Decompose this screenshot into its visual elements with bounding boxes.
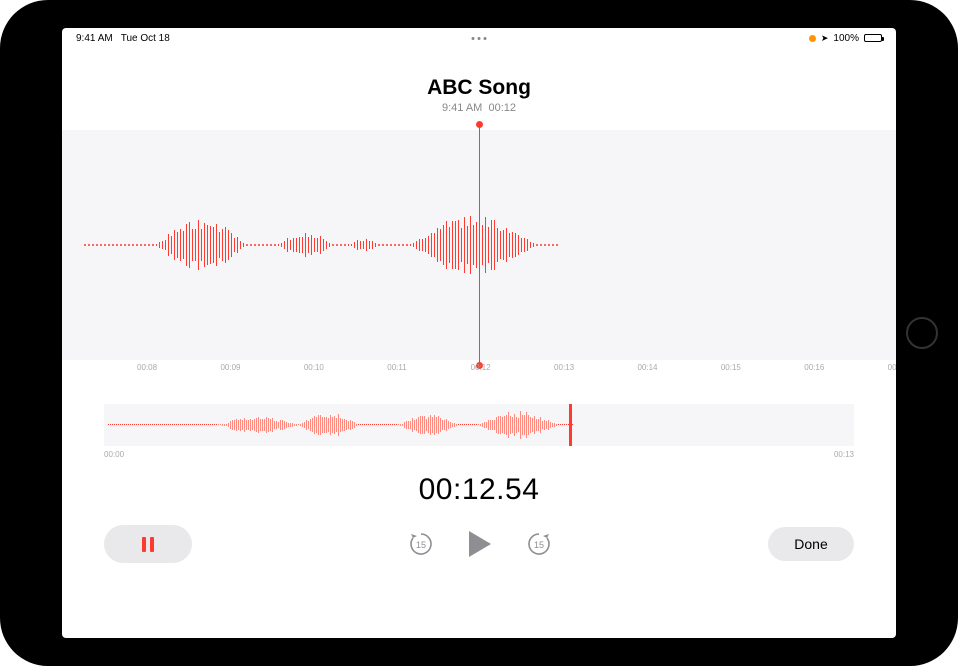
pause-record-button[interactable] — [104, 525, 192, 563]
location-icon: ➤ — [821, 33, 829, 44]
overview-playhead[interactable] — [569, 404, 572, 446]
elapsed-timer: 00:12.54 — [62, 473, 896, 507]
recording-title[interactable]: ABC Song — [62, 76, 896, 100]
screen: 9:41 AM Tue Oct 18 ➤ 100% ABC Song 9:41 … — [62, 28, 896, 638]
ruler-tick: 00:16 — [804, 363, 824, 372]
ipad-frame: 9:41 AM Tue Oct 18 ➤ 100% ABC Song 9:41 … — [0, 0, 958, 666]
recording-header: ABC Song 9:41 AM 00:12 — [62, 48, 896, 130]
skip-forward-icon: 15 — [525, 530, 553, 558]
playhead[interactable] — [479, 124, 480, 366]
ruler-tick: 00:14 — [637, 363, 657, 372]
recording-indicator-icon — [809, 35, 816, 42]
ruler-tick: 00:08 — [137, 363, 157, 372]
playback-controls: 15 15 Done — [62, 507, 896, 587]
play-icon — [469, 531, 491, 557]
ruler-tick: 00:12 — [471, 363, 491, 372]
svg-text:15: 15 — [534, 540, 544, 550]
ruler-tick: 00:13 — [554, 363, 574, 372]
time-ruler: 07 00:08 00:09 00:10 00:11 00:12 00:13 00:14 00:… — [62, 360, 896, 380]
recording-subtitle: 9:41 AM 00:12 — [62, 102, 896, 114]
done-label: Done — [794, 536, 827, 552]
battery-percentage: 100% — [833, 33, 859, 44]
ruler-tick: 00:10 — [304, 363, 324, 372]
multitask-indicator[interactable] — [472, 37, 487, 40]
status-time: 9:41 AM — [76, 33, 113, 44]
overview-start-label: 00:00 — [104, 450, 124, 459]
waveform-main[interactable] — [62, 130, 896, 360]
ruler-tick: 00:15 — [721, 363, 741, 372]
play-button[interactable] — [469, 531, 491, 557]
ruler-tick: 00:11 — [387, 363, 406, 372]
ruler-tick: 00:09 — [220, 363, 240, 372]
status-date: Tue Oct 18 — [121, 33, 170, 44]
svg-text:15: 15 — [416, 540, 426, 550]
skip-forward-15-button[interactable]: 15 — [525, 530, 553, 558]
pause-icon — [142, 537, 154, 552]
status-bar: 9:41 AM Tue Oct 18 ➤ 100% — [62, 28, 896, 48]
overview-end-label: 00:13 — [834, 450, 854, 459]
ruler-tick: 07 — [62, 363, 63, 372]
ruler-tick: 00:17 — [888, 363, 896, 372]
waveform-overview[interactable] — [104, 404, 854, 446]
battery-icon — [864, 34, 882, 42]
skip-back-15-button[interactable]: 15 — [407, 530, 435, 558]
home-button[interactable] — [906, 317, 938, 349]
skip-back-icon: 15 — [407, 530, 435, 558]
done-button[interactable]: Done — [768, 527, 854, 561]
